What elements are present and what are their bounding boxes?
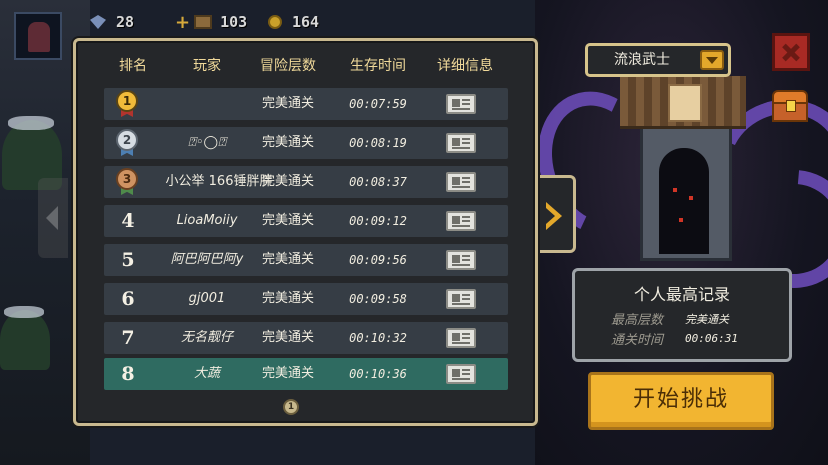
hud-gems: 28 bbox=[90, 8, 134, 36]
expand-arrow-button[interactable] bbox=[540, 175, 576, 253]
player-avatar[interactable] bbox=[14, 12, 62, 60]
details-card-icon[interactable] bbox=[446, 172, 476, 192]
bronze-medal-icon: 3 bbox=[116, 168, 138, 196]
leaderboard-panel: 排名 玩家 冒险层数 生存时间 详细信息 1 完美通关 00:07:59 2 ⍰… bbox=[73, 38, 538, 426]
time-value: 00:09:56 bbox=[349, 253, 407, 267]
red-eye bbox=[673, 188, 677, 192]
treasure-chest-icon[interactable] bbox=[772, 88, 808, 124]
silver-medal-icon: 2 bbox=[116, 129, 138, 157]
details-card-icon[interactable] bbox=[446, 328, 476, 348]
leaderboard-header: 排名 玩家 冒险层数 生存时间 详细信息 bbox=[76, 55, 535, 77]
gem-icon bbox=[90, 15, 106, 29]
rank-number: 7 bbox=[121, 327, 135, 349]
player-name: gj001 bbox=[188, 291, 226, 306]
start-challenge-button[interactable]: 开始挑战 bbox=[588, 372, 774, 430]
record-floor-label: 最高层数 bbox=[611, 313, 664, 328]
red-eye bbox=[689, 196, 693, 200]
chevron-down-icon[interactable] bbox=[700, 50, 724, 70]
material-count: 164 bbox=[292, 13, 320, 31]
personal-record-panel: 个人最高记录 最高层数 完美通关 通关时间 00:06:31 bbox=[572, 268, 792, 362]
floors-value: 完美通关 bbox=[261, 330, 315, 345]
time-value: 00:08:37 bbox=[349, 175, 407, 189]
table-row: 6 gj001 完美通关 00:09:58 bbox=[104, 283, 508, 315]
details-card-icon[interactable] bbox=[446, 289, 476, 309]
player-name: 无名靓仔 bbox=[180, 330, 234, 345]
table-row: 7 无名靓仔 完美通关 00:10:32 bbox=[104, 322, 508, 354]
close-icon[interactable] bbox=[772, 33, 810, 71]
player-name: 大蔬 bbox=[193, 366, 221, 381]
floors-value: 完美通关 bbox=[261, 291, 315, 306]
details-card-icon[interactable] bbox=[446, 94, 476, 114]
rank-number: 4 bbox=[121, 210, 135, 232]
time-value: 00:10:36 bbox=[349, 367, 407, 381]
material-icon bbox=[268, 15, 282, 29]
table-row: 5 阿巴阿巴阿y 完美通关 00:09:56 bbox=[104, 244, 508, 276]
header-details: 详细信息 bbox=[437, 58, 493, 74]
plus-icon[interactable]: + bbox=[175, 12, 190, 33]
table-row: 1 完美通关 00:07:59 bbox=[104, 88, 508, 120]
header-time: 生存时间 bbox=[350, 58, 406, 74]
header-floors: 冒险层数 bbox=[260, 58, 316, 74]
rank-number: 6 bbox=[121, 288, 135, 310]
record-time-label: 通关时间 bbox=[611, 333, 664, 348]
details-card-icon[interactable] bbox=[446, 250, 476, 270]
time-value: 00:08:19 bbox=[349, 136, 407, 150]
player-name: 小公举 166锤胖胖 bbox=[165, 174, 273, 189]
header-player: 玩家 bbox=[193, 58, 221, 74]
details-card-icon[interactable] bbox=[446, 364, 476, 384]
floors-value: 完美通关 bbox=[261, 213, 315, 228]
class-selected-label: 流浪武士 bbox=[614, 52, 670, 68]
rank-number: 8 bbox=[121, 363, 135, 385]
details-card-icon[interactable] bbox=[446, 133, 476, 153]
chevron-right-icon bbox=[546, 202, 562, 230]
rank-number: 5 bbox=[121, 249, 135, 271]
table-row-current-player: 8 大蔬 完美通关 00:10:36 bbox=[104, 358, 508, 390]
table-row: 3 小公举 166锤胖胖 完美通关 00:08:37 bbox=[104, 166, 508, 198]
hud-materials: 164 bbox=[268, 8, 319, 36]
floors-value: 完美通关 bbox=[261, 96, 315, 111]
time-value: 00:07:59 bbox=[349, 97, 407, 111]
time-value: 00:09:58 bbox=[349, 292, 407, 306]
floors-value: 完美通关 bbox=[261, 252, 315, 267]
snow-decoration bbox=[4, 306, 44, 318]
record-title: 个人最高记录 bbox=[633, 285, 730, 304]
floors-value: 完美通关 bbox=[261, 135, 315, 150]
coin-bag-icon bbox=[194, 15, 213, 29]
time-value: 00:10:32 bbox=[349, 331, 407, 345]
gold-medal-icon: 1 bbox=[116, 90, 138, 118]
player-name: 阿巴阿巴阿y bbox=[170, 252, 244, 267]
previous-arrow-icon[interactable] bbox=[38, 178, 68, 258]
table-row: 4 LioaMoiiy 完美通关 00:09:12 bbox=[104, 205, 508, 237]
time-value: 00:09:12 bbox=[349, 214, 407, 228]
header-rank: 排名 bbox=[119, 58, 147, 74]
gate-rune-emblem bbox=[668, 84, 702, 122]
gate-doorway bbox=[659, 148, 709, 254]
record-floor-value: 完美通关 bbox=[685, 313, 729, 326]
floors-value: 完美通关 bbox=[261, 174, 315, 189]
hud-coins: + 103 bbox=[175, 8, 247, 36]
table-row: 2 ⍰◦◯⍰ 完美通关 00:08:19 bbox=[104, 127, 508, 159]
details-card-icon[interactable] bbox=[446, 211, 476, 231]
coin-count: 103 bbox=[220, 13, 248, 31]
gem-count: 28 bbox=[116, 13, 135, 31]
snow-decoration bbox=[8, 116, 54, 130]
red-eye bbox=[679, 218, 683, 222]
record-time-value: 00:06:31 bbox=[685, 332, 738, 345]
floors-value: 完美通关 bbox=[261, 366, 315, 381]
player-name: LioaMoiiy bbox=[176, 213, 238, 228]
tree-decoration bbox=[0, 310, 50, 370]
class-dropdown[interactable]: 流浪武士 bbox=[585, 43, 731, 77]
player-name: ⍰◦◯⍰ bbox=[188, 135, 226, 150]
page-indicator[interactable]: 1 bbox=[283, 399, 299, 415]
